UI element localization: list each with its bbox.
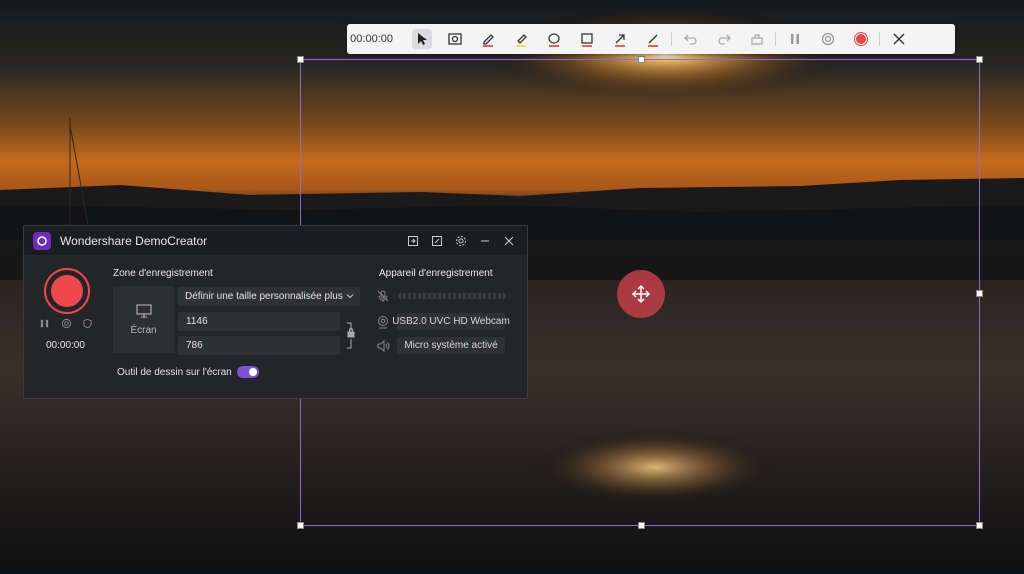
resize-handle-bottom-right[interactable] (976, 522, 983, 529)
annotation-toolbar: 00:00:00 (347, 24, 955, 54)
pause-button[interactable] (778, 24, 811, 54)
record-icon (853, 32, 868, 46)
pause-icon[interactable] (39, 318, 50, 329)
redo-button[interactable] (707, 24, 740, 54)
ellipse-tool-button[interactable] (537, 24, 570, 54)
highlighter-tool-button[interactable] (504, 24, 537, 54)
export-icon (408, 235, 418, 246)
window-titlebar[interactable]: Wondershare DemoCreator (24, 226, 527, 255)
recording-timer: 00:00:00 (46, 340, 85, 351)
area-preset-dropdown[interactable]: Définir une taille personnalisée plus ta (178, 287, 360, 306)
microphone-level-meter (398, 293, 506, 299)
close-icon (504, 236, 514, 245)
arrow-icon (614, 34, 625, 47)
screen-source-label: Écran (130, 325, 157, 336)
webcam-icon (378, 316, 388, 329)
microphone-muted-icon (377, 290, 389, 302)
webcam-icon-button[interactable] (376, 315, 390, 334)
webcam-select-button[interactable]: USB2.0 UVC HD Webcam (392, 313, 510, 330)
eraser-icon (750, 34, 763, 45)
highlighter-icon (515, 34, 527, 47)
ellipse-icon (547, 33, 560, 47)
window-controls (401, 226, 521, 255)
move-icon (631, 284, 651, 304)
pause-icon (790, 34, 799, 44)
screenshot-tool-button[interactable] (438, 24, 471, 54)
screenshot-icon (447, 33, 462, 45)
speaker-icon (377, 339, 390, 353)
move-area-button[interactable] (617, 270, 665, 318)
toolbar-timer: 00:00:00 (350, 33, 393, 45)
aspect-lock-button[interactable] (346, 321, 356, 356)
edit-icon (432, 235, 442, 246)
microphone-button[interactable] (376, 289, 390, 308)
width-input[interactable]: 1146 (178, 312, 340, 331)
resize-handle-bottom[interactable] (638, 522, 645, 529)
pen-icon (482, 34, 494, 47)
toolbar-divider (879, 32, 880, 46)
screen-source-button[interactable]: Écran (113, 286, 174, 353)
window-title: Wondershare DemoCreator (60, 233, 208, 248)
drawing-tool-toggle[interactable] (236, 366, 259, 378)
lock-icon (347, 322, 355, 349)
cursor-tool-button[interactable] (405, 24, 438, 54)
toolbar-close-button[interactable] (882, 24, 915, 54)
area-preset-value: Définir une taille personnalisée plus ta (185, 291, 343, 302)
resize-handle-bottom-left[interactable] (297, 522, 304, 529)
cursor-icon (411, 29, 432, 49)
settings-button[interactable] (449, 229, 473, 253)
minimize-icon (481, 240, 489, 241)
record-dot-icon (51, 275, 83, 307)
drawing-tool-row: Outil de dessin sur l'écran (117, 366, 259, 378)
screenshot-mode-button[interactable] (425, 229, 449, 253)
recording-area-heading: Zone d'enregistrement (113, 268, 213, 279)
rectangle-icon (580, 33, 593, 47)
camera-toggle-icon (821, 32, 834, 46)
recording-mini-controls (39, 318, 93, 329)
eraser-button[interactable] (740, 24, 773, 54)
arrow-tool-button[interactable] (603, 24, 636, 54)
export-button[interactable] (401, 229, 425, 253)
resize-handle-right[interactable] (976, 290, 983, 297)
redo-icon (717, 34, 731, 45)
resize-handle-top[interactable] (638, 56, 645, 63)
camera-toggle-button[interactable] (811, 24, 844, 54)
chevron-down-icon (346, 294, 354, 299)
toggle-knob (248, 368, 257, 376)
undo-button[interactable] (674, 24, 707, 54)
democreator-logo-icon (33, 231, 51, 250)
record-button[interactable] (844, 24, 877, 54)
start-recording-button[interactable] (44, 268, 90, 314)
device-heading: Appareil d'enregistrement (379, 268, 493, 279)
line-icon (647, 34, 658, 47)
height-input[interactable]: 786 (178, 336, 340, 355)
resize-handle-top-right[interactable] (976, 56, 983, 63)
close-icon (893, 33, 904, 45)
line-tool-button[interactable] (636, 24, 669, 54)
system-audio-button[interactable]: Micro système activé (397, 337, 505, 354)
democreator-window: Wondershare DemoCreator 00:00:00 Zone d'… (23, 225, 528, 399)
rectangle-tool-button[interactable] (570, 24, 603, 54)
toolbar-divider (671, 32, 672, 46)
minimize-button[interactable] (473, 229, 497, 253)
toolbar-divider (775, 32, 776, 46)
close-button[interactable] (497, 229, 521, 253)
monitor-icon (135, 304, 152, 318)
resize-handle-top-left[interactable] (297, 56, 304, 63)
gear-icon (456, 235, 466, 246)
drawing-tool-label: Outil de dessin sur l'écran (117, 366, 232, 378)
speaker-icon-button[interactable] (376, 339, 390, 358)
camera-toggle-icon[interactable] (61, 318, 72, 329)
shield-icon[interactable] (82, 318, 93, 329)
pen-tool-button[interactable] (471, 24, 504, 54)
undo-icon (683, 34, 697, 45)
